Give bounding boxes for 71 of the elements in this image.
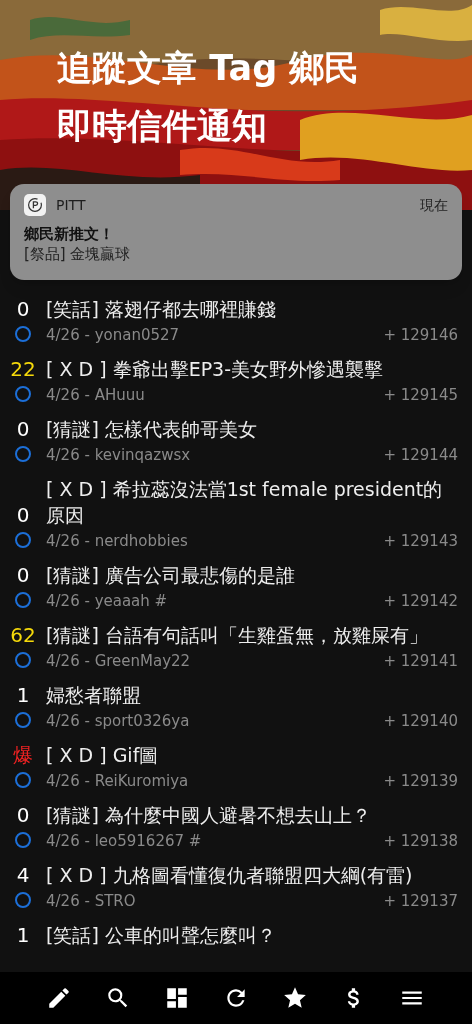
post-number: + 129137 <box>383 891 458 912</box>
post-title: [猜謎] 為什麼中國人避暑不想去山上？ <box>46 803 372 828</box>
push-count: 0 <box>16 416 30 442</box>
post-number: + 129142 <box>383 591 458 612</box>
post-number: + 129145 <box>383 385 458 406</box>
post-title: [ X D ] 拳爺出擊EP3-美女野外慘遇襲擊 <box>46 357 385 382</box>
app-logo-icon <box>24 194 46 216</box>
banner-title: 追蹤文章 Tag 鄉民 <box>57 47 360 90</box>
post-meta: 4/26 - ReiKuromiya <box>46 771 189 792</box>
post-number: + 129144 <box>383 445 458 466</box>
post-meta: 4/26 - GreenMay22 <box>46 651 191 672</box>
push-count: 4 <box>16 862 30 888</box>
push-count: 0 <box>16 562 30 588</box>
post-meta: 4/26 - nerdhobbies <box>46 531 188 552</box>
notification-body: [祭品] 金塊贏球 <box>24 244 131 264</box>
post-row[interactable]: 1 [笑話] 公車的叫聲怎麼叫？ <box>0 918 472 954</box>
post-meta: 4/26 - AHuuu <box>46 385 145 406</box>
post-number: + 129143 <box>383 531 458 552</box>
post-row[interactable]: 0 [猜謎] 為什麼中國人避暑不想去山上？ 4/26 - leo5916267 # + 129138 <box>0 798 472 858</box>
app-name: PITT <box>56 195 86 215</box>
post-title: [猜謎] 廣告公司最悲傷的是誰 <box>46 563 296 588</box>
push-count: 1 <box>16 682 30 708</box>
post-row[interactable]: 0 [笑話] 落翅仔都去哪裡賺錢 4/26 - yonan0527 + 129146 <box>0 292 472 352</box>
push-count: 1 <box>16 922 30 948</box>
unread-icon <box>15 712 31 728</box>
push-count: 62 <box>10 622 36 648</box>
post-title: [ X D ] Gif圖 <box>46 743 160 768</box>
post-row[interactable]: 22 [ X D ] 拳爺出擊EP3-美女野外慘遇襲擊 4/26 - AHuuu + 129145 <box>0 352 472 412</box>
post-number: + 129141 <box>383 651 458 672</box>
banner-title: 即時信件通知 <box>57 105 267 148</box>
notification-time: 現在 <box>420 195 448 215</box>
post-number: + 129139 <box>383 771 458 792</box>
unread-icon <box>15 652 31 668</box>
post-meta: 4/26 - STRO <box>46 891 136 912</box>
post-meta: 4/26 - yeaaah # <box>46 591 168 612</box>
push-count: 0 <box>16 802 30 828</box>
post-row[interactable]: 爆 [ X D ] Gif圖 4/26 - ReiKuromiya + 129139 <box>0 738 472 798</box>
push-count: 0 <box>16 296 30 322</box>
notification-card[interactable]: PITT 現在 鄉民新推文！ [祭品] 金塊贏球 <box>10 184 462 280</box>
post-title: [ X D ] 希拉蕊沒法當1st female president的原因 <box>46 477 444 528</box>
post-title: 婦愁者聯盟 <box>46 683 142 708</box>
unread-icon <box>15 592 31 608</box>
post-meta: 4/26 - yonan0527 <box>46 325 180 346</box>
unread-icon <box>15 832 31 848</box>
push-count: 爆 <box>13 742 33 768</box>
post-row[interactable]: 0 [猜謎] 廣告公司最悲傷的是誰 4/26 - yeaaah # + 129142 <box>0 558 472 618</box>
notification-title: 鄉民新推文！ <box>24 224 114 244</box>
unread-icon <box>15 386 31 402</box>
post-title: [笑話] 公車的叫聲怎麼叫？ <box>46 923 277 948</box>
post-number: + 129140 <box>383 711 458 732</box>
post-title: [笑話] 落翅仔都去哪裡賺錢 <box>46 297 277 322</box>
post-title: [ X D ] 九格圖看懂復仇者聯盟四大綱(有雷) <box>46 863 414 888</box>
post-row[interactable]: 1 婦愁者聯盟 4/26 - sport0326ya + 129140 <box>0 678 472 738</box>
unread-icon <box>15 772 31 788</box>
unread-icon <box>15 532 31 548</box>
push-count: 22 <box>10 356 36 382</box>
post-row[interactable]: 4 [ X D ] 九格圖看懂復仇者聯盟四大綱(有雷) 4/26 - STRO + 129137 <box>0 858 472 918</box>
post-meta: 4/26 - kevinqazwsx <box>46 445 191 466</box>
post-row[interactable]: 62 [猜謎] 台語有句話叫「生雞蛋無，放雞屎有」 4/26 - GreenMay22 + 129141 <box>0 618 472 678</box>
unread-icon <box>15 446 31 462</box>
post-meta: 4/26 - leo5916267 # <box>46 831 202 852</box>
post-meta: 4/26 - sport0326ya <box>46 711 190 732</box>
push-count: 0 <box>16 502 30 528</box>
post-title: [猜謎] 台語有句話叫「生雞蛋無，放雞屎有」 <box>46 623 429 648</box>
unread-icon <box>15 326 31 342</box>
unread-icon <box>15 892 31 908</box>
post-row[interactable]: 0 [ X D ] 希拉蕊沒法當1st female president的原因 4/26 - nerdhobbies + 129143 <box>0 472 472 558</box>
post-row[interactable]: 0 [猜謎] 怎樣代表帥哥美女 4/26 - kevinqazwsx + 129144 <box>0 412 472 472</box>
post-title: [猜謎] 怎樣代表帥哥美女 <box>46 417 258 442</box>
post-number: + 129138 <box>383 831 458 852</box>
post-number: + 129146 <box>383 325 458 346</box>
